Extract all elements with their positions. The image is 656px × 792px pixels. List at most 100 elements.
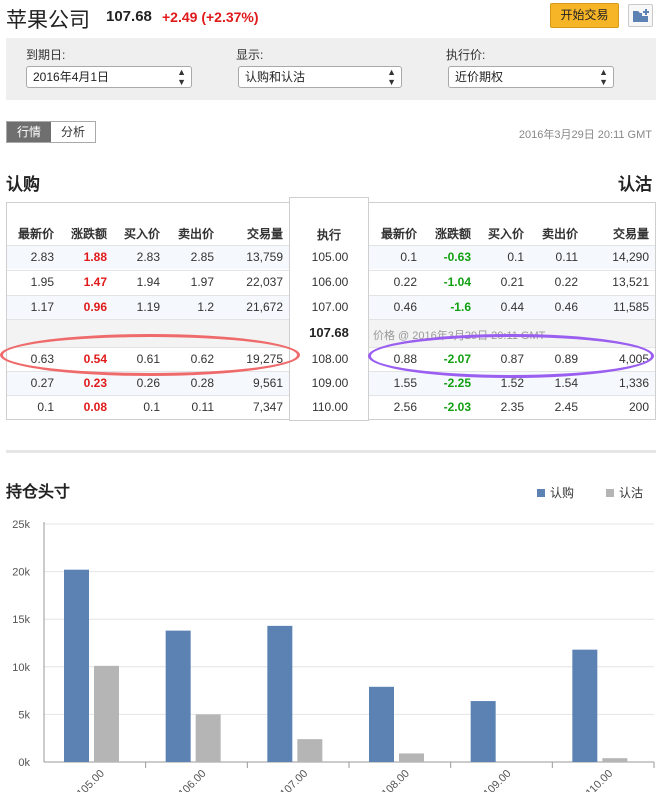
bar-puts [602, 758, 628, 762]
put-header-ask: 卖出价 [541, 227, 578, 241]
put-header-change: 涨跌额 [434, 227, 471, 241]
call-header-change: 涨跌额 [70, 227, 107, 241]
strike-price: 105.00 [311, 250, 349, 264]
put-volume: 11,585 [613, 300, 649, 314]
strike-price: 107.00 [311, 300, 349, 314]
header: 苹果公司 107.68 +2.49 (+2.37%) 开始交易 [0, 0, 656, 34]
section-divider [6, 450, 656, 453]
call-ask: 2.85 [190, 250, 214, 264]
x-tick-label: 109.00 [481, 768, 513, 792]
call-header-last: 最新价 [17, 227, 54, 241]
current-price: 107.68 [309, 325, 349, 340]
select-arrows-icon: ▲ ▼ [387, 67, 396, 87]
expiry-select[interactable]: 2016年4月1日 ▲ ▼ [26, 66, 192, 88]
call-bid: 1.19 [136, 300, 160, 314]
put-change: -1.04 [443, 275, 471, 289]
filter-bar: 到期日: 2016年4月1日 ▲ ▼ 显示: 认购和认沽 ▲ ▼ 执行价: 近价期权… [6, 38, 656, 100]
call-change: 0.08 [83, 400, 107, 414]
put-bid: 2.35 [500, 400, 524, 414]
put-last: 1.55 [393, 376, 417, 390]
call-volume: 7,347 [252, 400, 283, 414]
open-interest-chart: 0k 5k 10k 15k 20k 25k 105.00 106.00 107.00 108.00… [12, 519, 655, 792]
call-change: 0.23 [83, 376, 107, 390]
add-to-folder-button[interactable] [628, 4, 653, 27]
put-last: 0.22 [393, 275, 417, 289]
legend-item-puts: 认沽 [606, 484, 643, 501]
table-row[interactable]: 1.17 0.96 1.19 1.2 21,672 0.46 -1.6 0.44 0.46 11,… [7, 295, 655, 319]
calls-heading: 认购 [6, 175, 40, 194]
put-change: -2.03 [443, 400, 471, 414]
puts-heading: 认沽 [618, 175, 652, 194]
x-tick-label: 106.00 [176, 768, 208, 792]
put-bid: 0.1 [507, 250, 524, 264]
start-trade-button[interactable]: 开始交易 [550, 3, 619, 28]
y-tick-label: 5k [18, 709, 30, 721]
put-ask: 2.45 [554, 400, 578, 414]
highlight-circle-call [0, 334, 300, 376]
put-volume: 13,521 [612, 275, 649, 289]
legend-label-puts: 认沽 [619, 486, 644, 500]
put-bid: 0.21 [500, 275, 524, 289]
call-volume: 13,759 [246, 250, 283, 264]
call-volume: 21,672 [246, 300, 283, 314]
options-chain-table: 执行 最新价 最新价 涨跌额 涨跌额 买入价 买入价 卖出价 卖出价 交易量 交易量 2.83 1.… [6, 197, 656, 421]
bar-calls [267, 625, 293, 762]
x-tick-label: 107.00 [278, 768, 310, 792]
put-ask: 0.22 [554, 275, 578, 289]
bar-puts [399, 753, 424, 762]
view-tabs: 行情 分析 [6, 121, 97, 143]
y-tick-label: 25k [12, 519, 30, 531]
legend-swatch-puts [606, 489, 614, 497]
call-ask: 1.2 [197, 300, 214, 314]
call-header-bid: 买入价 [123, 227, 160, 241]
bar-calls [470, 701, 496, 762]
display-select[interactable]: 认购和认沽 ▲ ▼ [238, 66, 402, 88]
strike-price: 108.00 [311, 352, 349, 366]
tab-analysis[interactable]: 分析 [51, 122, 96, 142]
call-volume: 22,037 [246, 275, 283, 289]
call-last: 0.27 [30, 376, 54, 390]
bar-calls [64, 569, 89, 762]
call-last: 2.83 [30, 250, 54, 264]
call-change: 1.88 [83, 250, 107, 264]
table-row[interactable]: 1.95 1.47 1.94 1.97 22,037 0.22 -1.04 0.21 0.22 1… [7, 270, 655, 294]
call-header-volume: 交易量 [246, 227, 283, 241]
display-label: 显示: [236, 48, 264, 62]
put-last: 0.1 [400, 250, 417, 264]
folder-add-icon [633, 8, 650, 22]
put-ask: 0.46 [554, 300, 578, 314]
bar-puts [94, 665, 119, 762]
put-header-bid: 买入价 [487, 227, 524, 241]
strike-value: 近价期权 [455, 70, 504, 84]
strike-label: 执行价: [446, 48, 486, 62]
y-tick-label: 15k [12, 614, 30, 626]
select-arrows-icon: ▲ ▼ [599, 67, 608, 87]
strike-select[interactable]: 近价期权 ▲ ▼ [448, 66, 614, 88]
bar-puts [297, 739, 323, 762]
table-row[interactable]: 2.83 1.88 2.83 2.85 13,759 0.1 -0.63 0.1 0.11 14,… [7, 245, 655, 269]
put-volume: 200 [628, 400, 649, 414]
select-arrows-icon: ▲ ▼ [177, 67, 186, 87]
price-change: +2.49 (+2.37%) [162, 9, 259, 25]
legend-item-calls: 认购 [537, 484, 574, 501]
strike-header: 执行 [316, 228, 341, 242]
put-last: 2.56 [393, 400, 417, 414]
x-tick-label: 110.00 [584, 768, 616, 792]
tab-quotes[interactable]: 行情 [7, 122, 52, 142]
put-header-volume: 交易量 [612, 227, 649, 241]
put-ask: 0.11 [555, 250, 578, 264]
call-bid: 1.94 [136, 275, 160, 289]
x-tick-label: 105.00 [75, 768, 107, 792]
put-change: -0.63 [443, 250, 471, 264]
call-last: 0.1 [37, 400, 54, 414]
x-tick-label: 108.00 [380, 768, 412, 792]
table-row[interactable]: 0.1 0.08 0.1 0.11 7,347 2.56 -2.03 2.35 2.45 200 1… [7, 395, 655, 419]
y-tick-label: 20k [12, 567, 30, 579]
strike-price: 106.00 [311, 275, 349, 289]
stock-price: 107.68 [106, 8, 152, 25]
call-bid: 2.83 [136, 250, 160, 264]
y-tick-label: 10k [12, 662, 30, 674]
call-header-ask: 卖出价 [177, 227, 214, 241]
display-value: 认购和认沽 [245, 70, 306, 84]
call-last: 1.17 [30, 300, 54, 314]
